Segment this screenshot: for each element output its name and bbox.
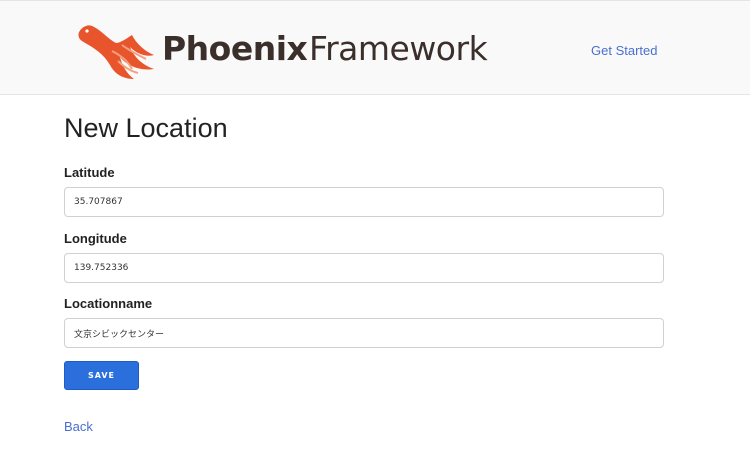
latitude-input[interactable] — [64, 187, 664, 217]
brand-name-bold: Phoenix — [162, 29, 308, 68]
get-started-link[interactable]: Get Started — [591, 43, 657, 58]
longitude-input[interactable] — [64, 253, 664, 283]
page-title: New Location — [64, 113, 228, 143]
latitude-label: Latitude — [64, 165, 115, 180]
longitude-label: Longitude — [64, 231, 127, 246]
save-button[interactable]: SAVE — [64, 361, 139, 390]
locationname-label: Locationname — [64, 296, 153, 311]
back-link[interactable]: Back — [64, 419, 93, 434]
brand-name-light: Framework — [309, 29, 488, 68]
locationname-input[interactable] — [64, 318, 664, 348]
phoenix-bird-icon — [78, 25, 154, 79]
site-header: Phoenix Framework Get Started — [0, 0, 750, 95]
phoenix-logo[interactable]: Phoenix Framework — [72, 21, 492, 81]
